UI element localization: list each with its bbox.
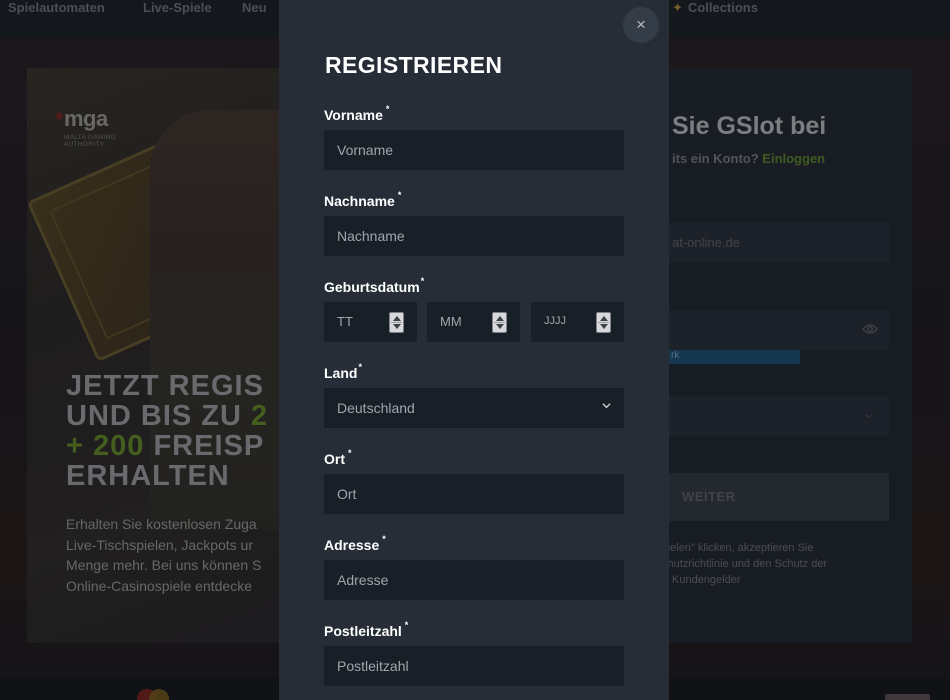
last-name-label-text: Nachname [324, 193, 395, 209]
postcode-input[interactable] [324, 646, 624, 686]
country-label: Land* [324, 362, 362, 381]
address-label-text: Adresse [324, 537, 380, 553]
country-select[interactable]: Deutschland [324, 388, 624, 428]
required-mark: * [348, 448, 352, 458]
birthdate-label-text: Geburtsdatum [324, 279, 420, 295]
spinner-arrows-icon[interactable] [492, 312, 507, 333]
required-mark: * [397, 190, 402, 200]
birth-month-input[interactable]: MM [427, 302, 520, 342]
country-select-value: Deutschland [337, 400, 415, 416]
address-input[interactable] [324, 560, 624, 600]
close-button[interactable]: × [623, 7, 659, 43]
required-mark: * [385, 104, 390, 114]
first-name-label: Vorname * [324, 104, 390, 123]
city-input[interactable] [324, 474, 624, 514]
city-label: Ort * [324, 448, 352, 467]
modal-title: REGISTRIEREN [325, 52, 503, 78]
last-name-input[interactable] [324, 216, 624, 256]
required-mark: * [404, 620, 409, 630]
first-name-input[interactable] [324, 130, 624, 170]
birthdate-label: Geburtsdatum* [324, 276, 425, 295]
city-label-text: Ort [324, 451, 345, 467]
chevron-down-icon [602, 403, 611, 409]
postcode-label-text: Postleitzahl [324, 623, 402, 639]
birth-day-input[interactable]: TT [324, 302, 417, 342]
first-name-label-text: Vorname [324, 107, 383, 123]
last-name-label: Nachname * [324, 190, 402, 209]
required-mark: * [382, 534, 386, 544]
close-icon: × [636, 15, 646, 34]
postcode-label: Postleitzahl * [324, 620, 409, 639]
birth-month-placeholder: MM [440, 314, 462, 329]
address-label: Adresse * [324, 534, 386, 553]
birth-year-placeholder: JJJJ [544, 315, 566, 327]
spinner-arrows-icon[interactable] [596, 312, 611, 333]
required-mark: * [420, 276, 425, 286]
required-mark: * [358, 362, 362, 372]
birth-day-placeholder: TT [337, 314, 353, 329]
spinner-arrows-icon[interactable] [389, 312, 404, 333]
birth-year-input[interactable]: JJJJ [531, 302, 624, 342]
country-label-text: Land [324, 365, 358, 381]
